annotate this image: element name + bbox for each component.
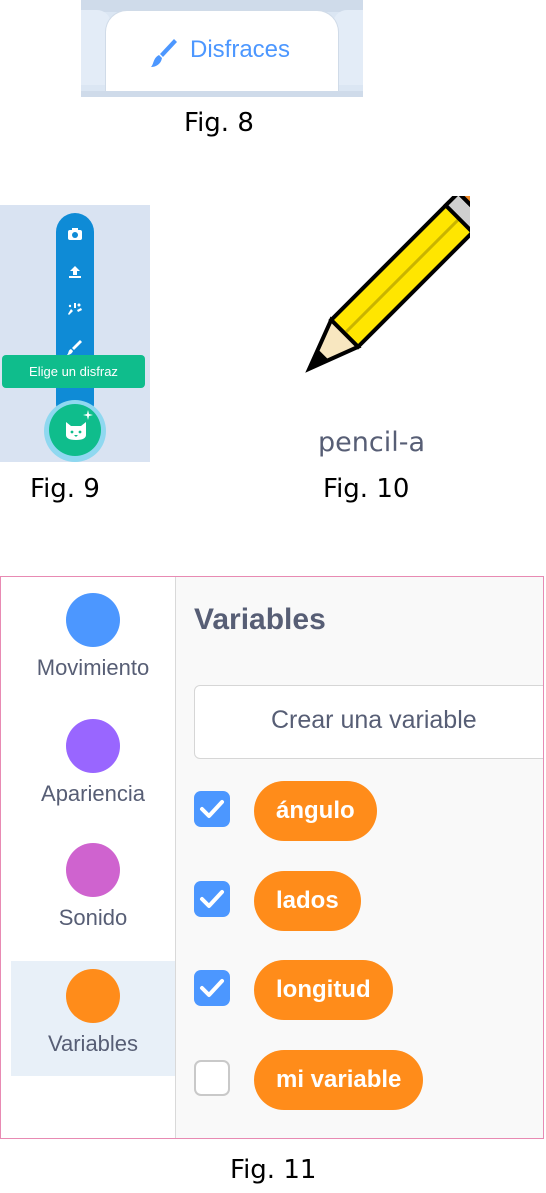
cat-face-icon: [66, 422, 86, 440]
fig11-caption: Fig. 11: [230, 1155, 317, 1185]
variable-checkbox[interactable]: [194, 1060, 230, 1096]
category-sonido[interactable]: Sonido: [11, 835, 175, 950]
choose-costume-menu-screenshot: Elige un disfraz: [0, 205, 150, 462]
fig8-caption: Fig. 8: [184, 108, 254, 138]
sparkle-icon: [83, 410, 93, 420]
category-dot-icon: [66, 843, 120, 897]
make-variable-label: Crear una variable: [271, 706, 477, 734]
variable-checkbox[interactable]: [194, 791, 230, 827]
tab-costumes[interactable]: Disfraces: [105, 10, 339, 93]
tab-bottom-border: [81, 91, 363, 97]
fig10-caption: Fig. 10: [323, 474, 410, 504]
upload-icon[interactable]: [65, 262, 85, 282]
make-variable-button[interactable]: Crear una variable: [194, 685, 543, 759]
category-label: Movimiento: [36, 655, 150, 680]
camera-icon[interactable]: [65, 224, 85, 244]
variable-reporter[interactable]: mi variable: [254, 1050, 424, 1110]
tab-costumes-label: Disfraces: [190, 36, 291, 63]
pencil-icon: [305, 196, 470, 373]
variable-checkbox[interactable]: [194, 881, 230, 917]
paint-icon[interactable]: [65, 337, 85, 357]
choose-costume-tooltip: Elige un disfraz: [2, 355, 145, 388]
variable-reporter[interactable]: lados: [254, 871, 361, 931]
costume-name: pencil-a: [318, 427, 425, 458]
palette-title: Variables: [194, 603, 326, 636]
surprise-icon[interactable]: [65, 300, 85, 320]
category-variables[interactable]: Variables: [11, 961, 175, 1076]
category-menu: Movimiento Apariencia Sonido Variables: [1, 577, 176, 1138]
fig9-caption: Fig. 9: [30, 474, 100, 504]
category-dot-icon: [66, 719, 120, 773]
checkmark-icon: [200, 800, 224, 818]
costumes-tab-screenshot: Disfraces: [81, 0, 363, 97]
variable-reporter[interactable]: longitud: [254, 960, 393, 1020]
category-label: Variables: [47, 1031, 139, 1056]
category-dot-icon: [66, 593, 120, 647]
choose-costume-button[interactable]: [49, 404, 101, 456]
variable-reporter[interactable]: ángulo: [254, 781, 377, 841]
checkmark-icon: [200, 979, 224, 997]
category-label: Apariencia: [41, 781, 145, 806]
category-apariencia[interactable]: Apariencia: [11, 711, 175, 826]
variables-palette-screenshot: Movimiento Apariencia Sonido Variables V…: [0, 576, 544, 1139]
category-dot-icon: [66, 969, 120, 1023]
checkmark-icon: [200, 890, 224, 908]
variable-checkbox[interactable]: [194, 970, 230, 1006]
brush-icon: [151, 39, 177, 67]
category-movimiento[interactable]: Movimiento: [11, 585, 175, 700]
category-label: Sonido: [58, 905, 128, 930]
